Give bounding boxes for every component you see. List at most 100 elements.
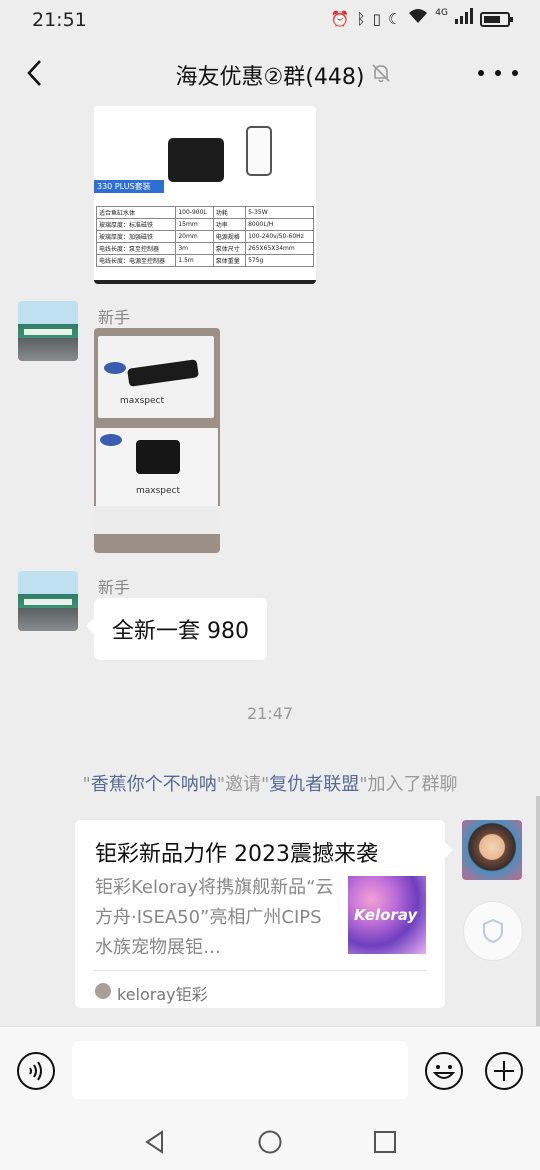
spec-cell: 20mm xyxy=(175,230,214,243)
product-box-image: maxspect xyxy=(96,428,218,506)
spec-cell: 575g xyxy=(245,254,314,267)
status-bar: 21:51 ⏰ ᛒ ▯ ☾ 4G xyxy=(0,0,540,40)
system-text: "加入了群聊 xyxy=(359,774,458,795)
card-title: 钜彩新品力作 2023震撼来袭 xyxy=(95,842,378,867)
spec-cell: 15mm xyxy=(175,218,214,231)
controller-image xyxy=(136,440,180,474)
spec-cell: 8000L/H xyxy=(245,218,314,231)
floating-assist-button[interactable] xyxy=(463,901,523,961)
spec-cell: 玻璃厚度：标准磁铁 xyxy=(95,218,177,231)
spec-cell: 5-35W xyxy=(245,206,314,219)
emoji-icon xyxy=(425,1052,463,1090)
more-options-button[interactable] xyxy=(478,58,518,88)
message-text: 全新一套 980 xyxy=(112,619,249,644)
text-message-bubble[interactable]: 全新一套 980 xyxy=(86,598,267,660)
avatar[interactable] xyxy=(18,301,78,361)
chat-header: 海友优惠②群(448) xyxy=(0,40,540,106)
nav-back-button[interactable] xyxy=(142,1129,168,1155)
phone-app-image xyxy=(246,126,272,176)
signal-icon xyxy=(455,8,473,30)
shield-icon xyxy=(483,918,503,944)
chat-messages[interactable]: 330 PLUS套装 适合鱼缸水体 100-900L 功耗 5-35W 玻璃厚度… xyxy=(0,106,540,1026)
battery-icon xyxy=(480,11,513,27)
moon-icon: ☾ xyxy=(387,10,402,28)
status-time: 21:51 xyxy=(32,9,87,31)
circle-home-icon xyxy=(258,1130,282,1154)
alarm-icon: ⏰ xyxy=(330,10,350,28)
thumbnail-logo-text: Keloray xyxy=(354,906,418,924)
more-dot-icon xyxy=(478,70,484,76)
brand-logo-icon xyxy=(104,362,126,374)
spec-cell: 泵体重量 xyxy=(212,254,247,267)
inviter-link[interactable]: 香蕉你个不呐呐 xyxy=(91,774,217,795)
table-row: 适合鱼缸水体 100-900L 功耗 5-35W xyxy=(95,206,314,219)
spec-cell: 3m xyxy=(175,242,214,255)
square-recents-icon xyxy=(374,1131,396,1153)
card-source: keloray钜彩 xyxy=(117,985,208,1004)
spec-cell: 100-900L xyxy=(175,206,214,219)
table-surface xyxy=(94,506,220,534)
table-row: 玻璃厚度：标准磁铁 15mm 功率 8000L/H xyxy=(95,218,314,231)
nav-home-button[interactable] xyxy=(257,1129,283,1155)
triangle-back-icon xyxy=(145,1130,163,1154)
box-brand-text: maxspect xyxy=(136,486,181,496)
plus-icon xyxy=(485,1052,523,1090)
message-input-field[interactable] xyxy=(72,1041,408,1099)
invitee-link[interactable]: 复仇者联盟 xyxy=(269,774,359,795)
spec-cell: 电线长度：电源至控制器 xyxy=(95,254,177,267)
my-avatar[interactable] xyxy=(462,820,522,880)
avatar[interactable] xyxy=(18,571,78,631)
voice-input-button[interactable] xyxy=(16,1051,56,1091)
more-dot-icon xyxy=(512,70,518,76)
card-thumbnail: Keloray xyxy=(348,876,426,954)
box-brand-text: maxspect xyxy=(120,396,165,406)
table-row: 电线长度：泵至控制器 3m 泵体尺寸 265X65X34mm xyxy=(95,242,314,255)
sender-name: 新手 xyxy=(98,308,131,327)
divider xyxy=(93,970,427,971)
photo-message[interactable]: maxspect maxspect xyxy=(94,328,220,553)
table-row: 电线长度：电源至控制器 1.5m 泵体重量 575g xyxy=(95,254,314,267)
source-avatar-icon xyxy=(95,983,111,999)
brand-logo-icon xyxy=(100,434,122,446)
more-functions-button[interactable] xyxy=(484,1051,524,1091)
system-navigation-bar xyxy=(0,1112,540,1170)
network-type: 4G xyxy=(435,8,448,18)
message-input-bar xyxy=(0,1026,540,1112)
spec-table: 适合鱼缸水体 100-900L 功耗 5-35W 玻璃厚度：标准磁铁 15mm … xyxy=(95,206,314,267)
scrollbar[interactable] xyxy=(536,796,540,1026)
spec-cell: 100-240v/50-60Hz xyxy=(245,230,314,243)
spec-cell: 适合鱼缸水体 xyxy=(95,206,177,219)
image-edge xyxy=(94,280,316,284)
product-spec-image[interactable]: 330 PLUS套装 适合鱼缸水体 100-900L 功耗 5-35W 玻璃厚度… xyxy=(94,106,316,284)
sender-name: 新手 xyxy=(98,578,131,597)
wifi-icon xyxy=(408,8,428,30)
system-notice: "香蕉你个不呐呐"邀请"复仇者联盟"加入了群聊 xyxy=(0,770,540,796)
spec-cell: 1.5m xyxy=(175,254,214,267)
system-text: "邀请" xyxy=(216,774,270,795)
mute-bell-icon xyxy=(370,62,392,88)
card-description: 钜彩Keloray将携旗舰新品“云方舟·ISEA50”亮相广州CIPS水族宠物展… xyxy=(95,877,334,958)
voice-icon xyxy=(17,1052,55,1090)
more-dot-icon xyxy=(495,70,501,76)
spec-cell: 玻璃厚度：加强磁铁 xyxy=(95,230,177,243)
spec-cell: 功耗 xyxy=(212,206,247,219)
table-row: 玻璃厚度：加强磁铁 20mm 电源规格 100-240v/50-60Hz xyxy=(95,230,314,243)
status-icons: ⏰ ᛒ ▯ ☾ 4G xyxy=(330,8,513,30)
product-box-image: maxspect xyxy=(98,336,214,418)
system-text: " xyxy=(82,774,91,795)
article-link-card[interactable]: 钜彩新品力作 2023震撼来袭 钜彩Keloray将携旗舰新品“云方舟·ISEA… xyxy=(75,820,453,1008)
spec-cell: 电源规格 xyxy=(212,230,247,243)
spec-cell: 功率 xyxy=(212,218,247,231)
vibrate-icon: ▯ xyxy=(372,10,381,28)
spec-cell: 电线长度：泵至控制器 xyxy=(95,242,177,255)
spec-cell: 泵体尺寸 xyxy=(212,242,247,255)
bluetooth-icon: ᛒ xyxy=(356,10,366,28)
controller-device-image xyxy=(168,138,224,182)
product-label: 330 PLUS套装 xyxy=(94,180,164,193)
chat-title: 海友优惠②群(448) xyxy=(175,65,365,90)
emoji-button[interactable] xyxy=(424,1051,464,1091)
spec-cell: 265X65X34mm xyxy=(245,242,314,255)
message-timestamp: 21:47 xyxy=(246,704,294,723)
pump-image xyxy=(127,359,199,387)
nav-recents-button[interactable] xyxy=(372,1129,398,1155)
